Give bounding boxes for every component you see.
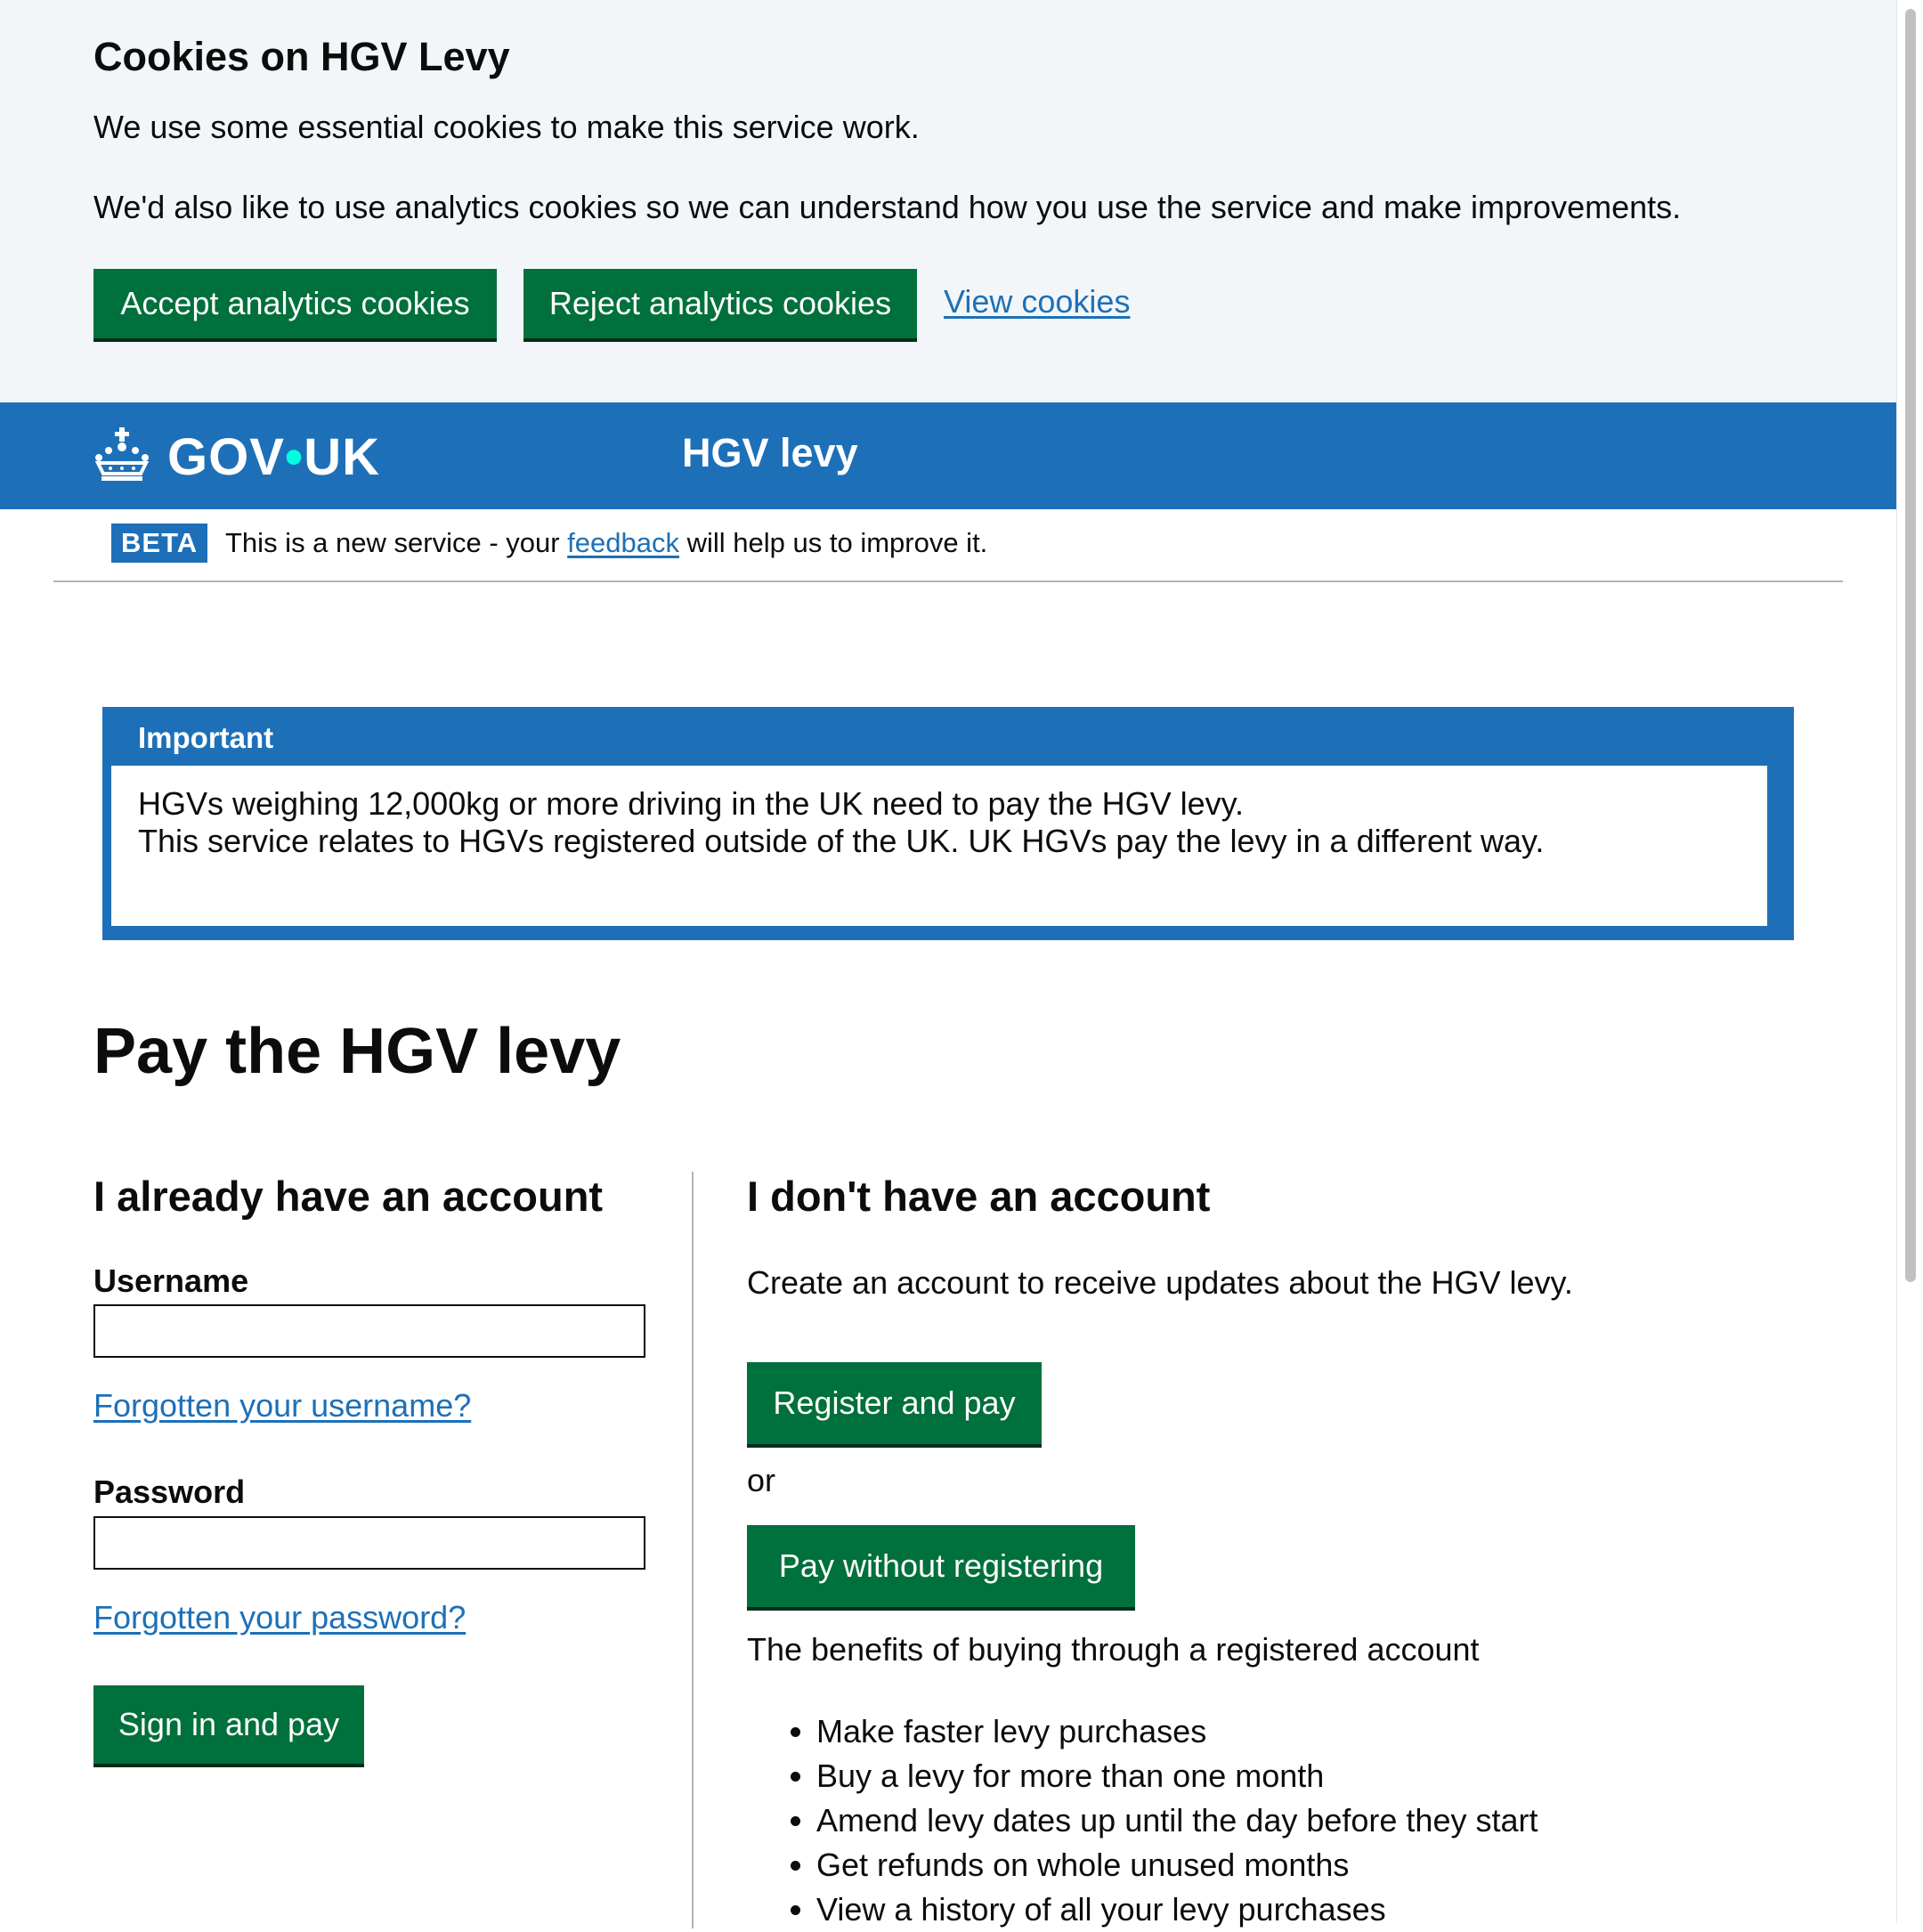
existing-account-heading: I already have an account: [93, 1173, 604, 1220]
cookie-banner-text-analytics: We'd also like to use analytics cookies …: [93, 189, 1682, 225]
or-text: or: [747, 1462, 776, 1498]
cookie-banner-text-essential: We use some essential cookies to make th…: [93, 109, 920, 145]
list-item: Amend levy dates up until the day before…: [816, 1798, 1538, 1843]
forgotten-password-link[interactable]: Forgotten your password?: [93, 1599, 466, 1636]
list-item: View a history of all your levy purchase…: [816, 1887, 1538, 1932]
no-account-heading: I don't have an account: [747, 1173, 1211, 1220]
important-notification: Important HGVs weighing 12,000kg or more…: [102, 707, 1794, 940]
password-label: Password: [93, 1473, 246, 1510]
password-input[interactable]: [93, 1516, 645, 1570]
page-title: Pay the HGV levy: [93, 1016, 621, 1087]
benefits-title: The benefits of buying through a registe…: [747, 1631, 1480, 1668]
logo-dot: •: [284, 428, 304, 486]
notification-body: HGVs weighing 12,000kg or more driving i…: [111, 766, 1767, 926]
list-item: Make faster levy purchases: [816, 1709, 1538, 1754]
register-and-pay-button[interactable]: Register and pay: [747, 1362, 1042, 1444]
logo-gov-text: GOV: [167, 428, 285, 486]
forgotten-username-link[interactable]: Forgotten your username?: [93, 1387, 471, 1425]
cookie-banner: Cookies on HGV Levy We use some essentia…: [0, 0, 1896, 402]
page-scrollbar[interactable]: [1896, 0, 1923, 1923]
notification-line-2: This service relates to HGVs registered …: [138, 823, 1545, 859]
notification-line-1: HGVs weighing 12,000kg or more driving i…: [138, 785, 1244, 822]
column-divider: [692, 1172, 694, 1928]
list-item: Buy a levy for more than one month: [816, 1754, 1538, 1798]
view-cookies-link[interactable]: View cookies: [944, 283, 1130, 321]
phase-text-after: will help us to improve it.: [679, 527, 988, 558]
sign-in-and-pay-button[interactable]: Sign in and pay: [93, 1685, 364, 1764]
cookie-banner-title: Cookies on HGV Levy: [93, 34, 510, 79]
benefits-list: Make faster levy purchases Buy a levy fo…: [783, 1709, 1538, 1932]
service-name[interactable]: HGV levy: [682, 430, 858, 476]
list-item: Get refunds on whole unused months: [816, 1843, 1538, 1887]
create-account-text: Create an account to receive updates abo…: [747, 1264, 1573, 1301]
logo-uk-text: UK: [304, 428, 381, 486]
reject-analytics-cookies-button[interactable]: Reject analytics cookies: [523, 269, 917, 338]
feedback-link[interactable]: feedback: [567, 527, 679, 558]
phase-banner-text: This is a new service - your feedback wi…: [225, 527, 987, 559]
phase-banner: BETA This is a new service - your feedba…: [53, 509, 1843, 582]
phase-text-before: This is a new service - your: [225, 527, 568, 558]
username-input[interactable]: [93, 1304, 645, 1358]
notification-title: Important: [138, 721, 274, 754]
accept-analytics-cookies-button[interactable]: Accept analytics cookies: [93, 269, 497, 338]
pay-without-registering-button[interactable]: Pay without registering: [747, 1525, 1135, 1607]
govuk-logo[interactable]: GOV•UK: [167, 427, 380, 487]
crown-icon: [94, 427, 150, 481]
scrollbar-thumb[interactable]: [1905, 9, 1916, 1282]
beta-tag: BETA: [111, 524, 208, 563]
username-label: Username: [93, 1262, 249, 1299]
site-header: GOV•UK HGV levy: [0, 402, 1896, 509]
